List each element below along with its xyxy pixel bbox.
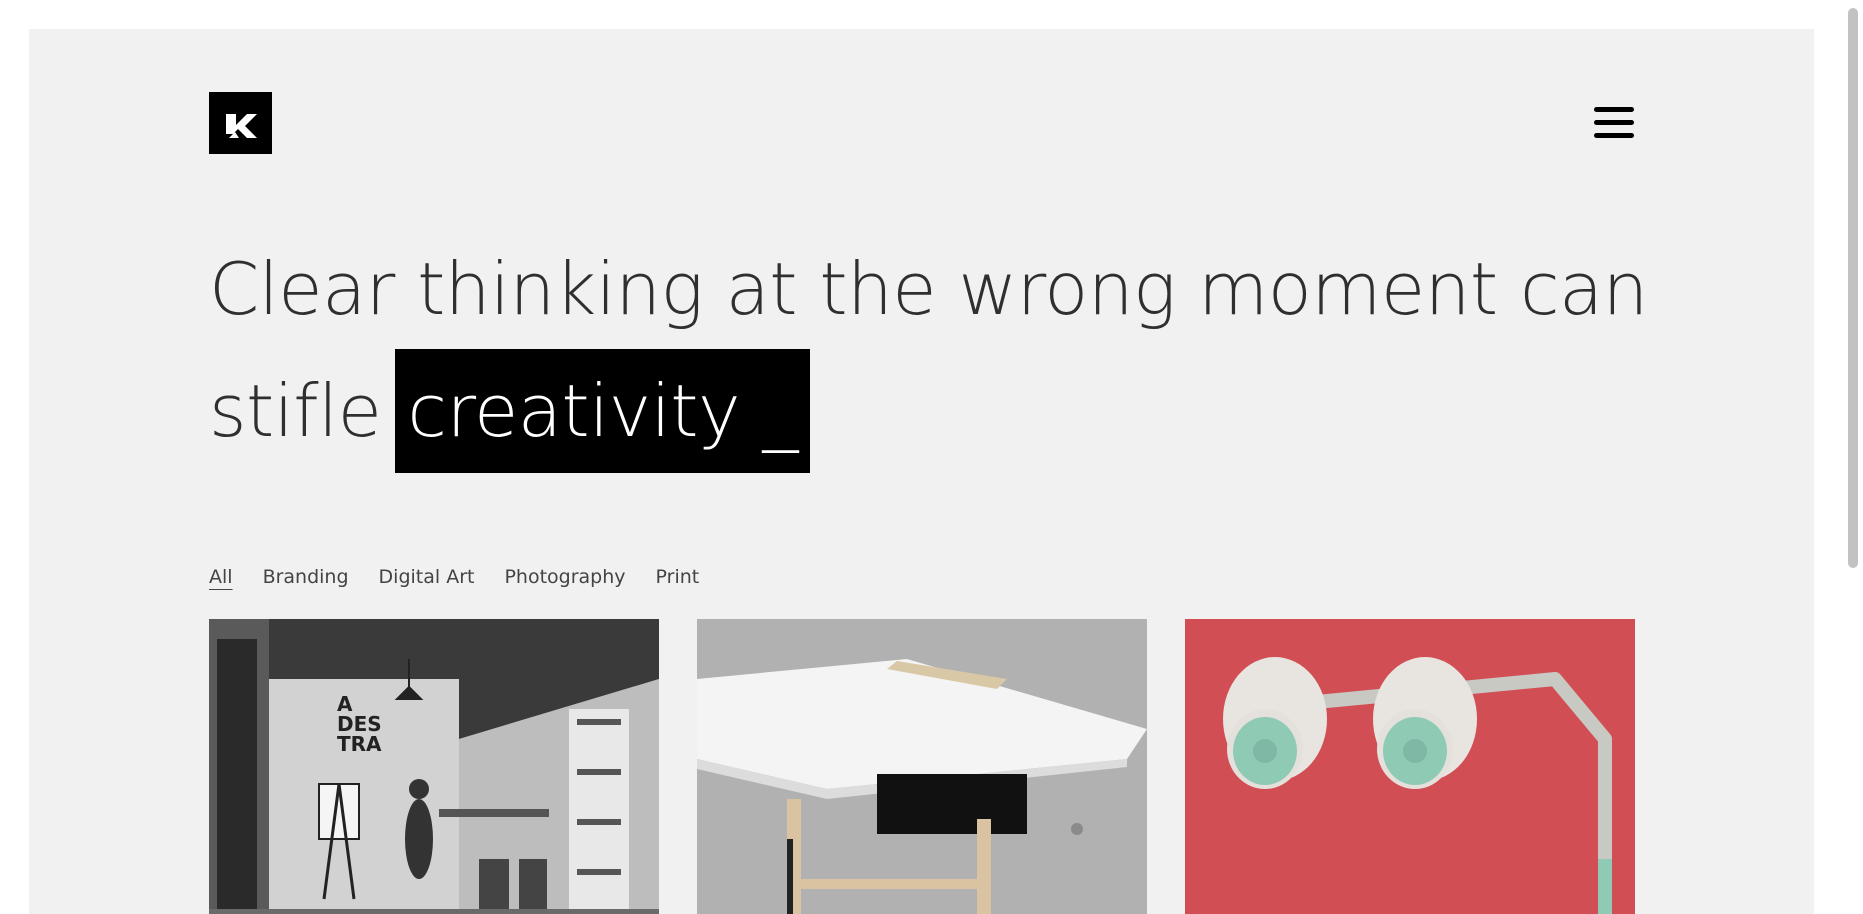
portfolio-card-office[interactable]: A DES TRA: [209, 619, 659, 914]
hamburger-menu-button[interactable]: [1589, 99, 1639, 149]
hero-line-1: Clear thinking at the wrong moment can: [209, 247, 1648, 331]
site-logo[interactable]: [209, 92, 272, 154]
portfolio-grid: A DES TRA: [209, 619, 1635, 914]
filter-photography[interactable]: Photography: [504, 566, 625, 588]
portfolio-card-lamps[interactable]: [1185, 619, 1635, 914]
filter-all[interactable]: All: [209, 566, 233, 588]
hero-line-2: stifle creativity _: [209, 349, 1659, 473]
filter-branding[interactable]: Branding: [263, 566, 349, 588]
filter-digital-art[interactable]: Digital Art: [379, 566, 475, 588]
mint-lamps-on-red-photo: [1185, 619, 1635, 914]
office-studio-bw-photo: A DES TRA: [209, 619, 659, 914]
filter-print[interactable]: Print: [656, 566, 700, 588]
hamburger-line: [1594, 120, 1634, 125]
svg-text:TRA: TRA: [337, 732, 382, 756]
hamburger-line: [1594, 133, 1634, 138]
hero-headline: Clear thinking at the wrong moment can s…: [209, 229, 1659, 473]
page-scrollbar[interactable]: [1844, 0, 1863, 914]
hamburger-menu-icon: [1594, 107, 1634, 112]
hero-highlight: creativity _: [395, 349, 811, 473]
scrollbar-thumb[interactable]: [1848, 8, 1858, 568]
k-logo-icon: [209, 92, 272, 154]
hero-line-2-prefix: stifle: [209, 369, 382, 453]
portfolio-card-desk[interactable]: [697, 619, 1147, 914]
portfolio-filters: All Branding Digital Art Photography Pri…: [209, 566, 699, 588]
white-desk-photo: [697, 619, 1147, 914]
page-frame: Clear thinking at the wrong moment can s…: [29, 29, 1814, 914]
